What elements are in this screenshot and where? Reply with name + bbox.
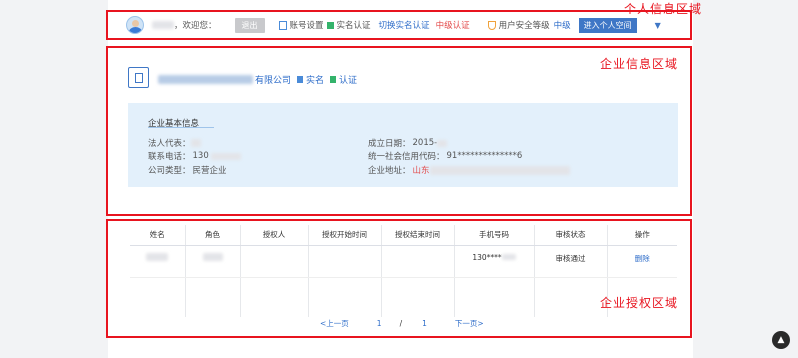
personal-area-label: 个人信息区域 <box>624 2 703 16</box>
scroll-top-icon[interactable]: ▲ <box>772 331 790 349</box>
auth-area-label: 企业授权区域 <box>600 296 679 310</box>
auth-area-box <box>106 219 692 338</box>
company-area-label: 企业信息区域 <box>600 57 679 71</box>
personal-area-box <box>106 10 692 40</box>
